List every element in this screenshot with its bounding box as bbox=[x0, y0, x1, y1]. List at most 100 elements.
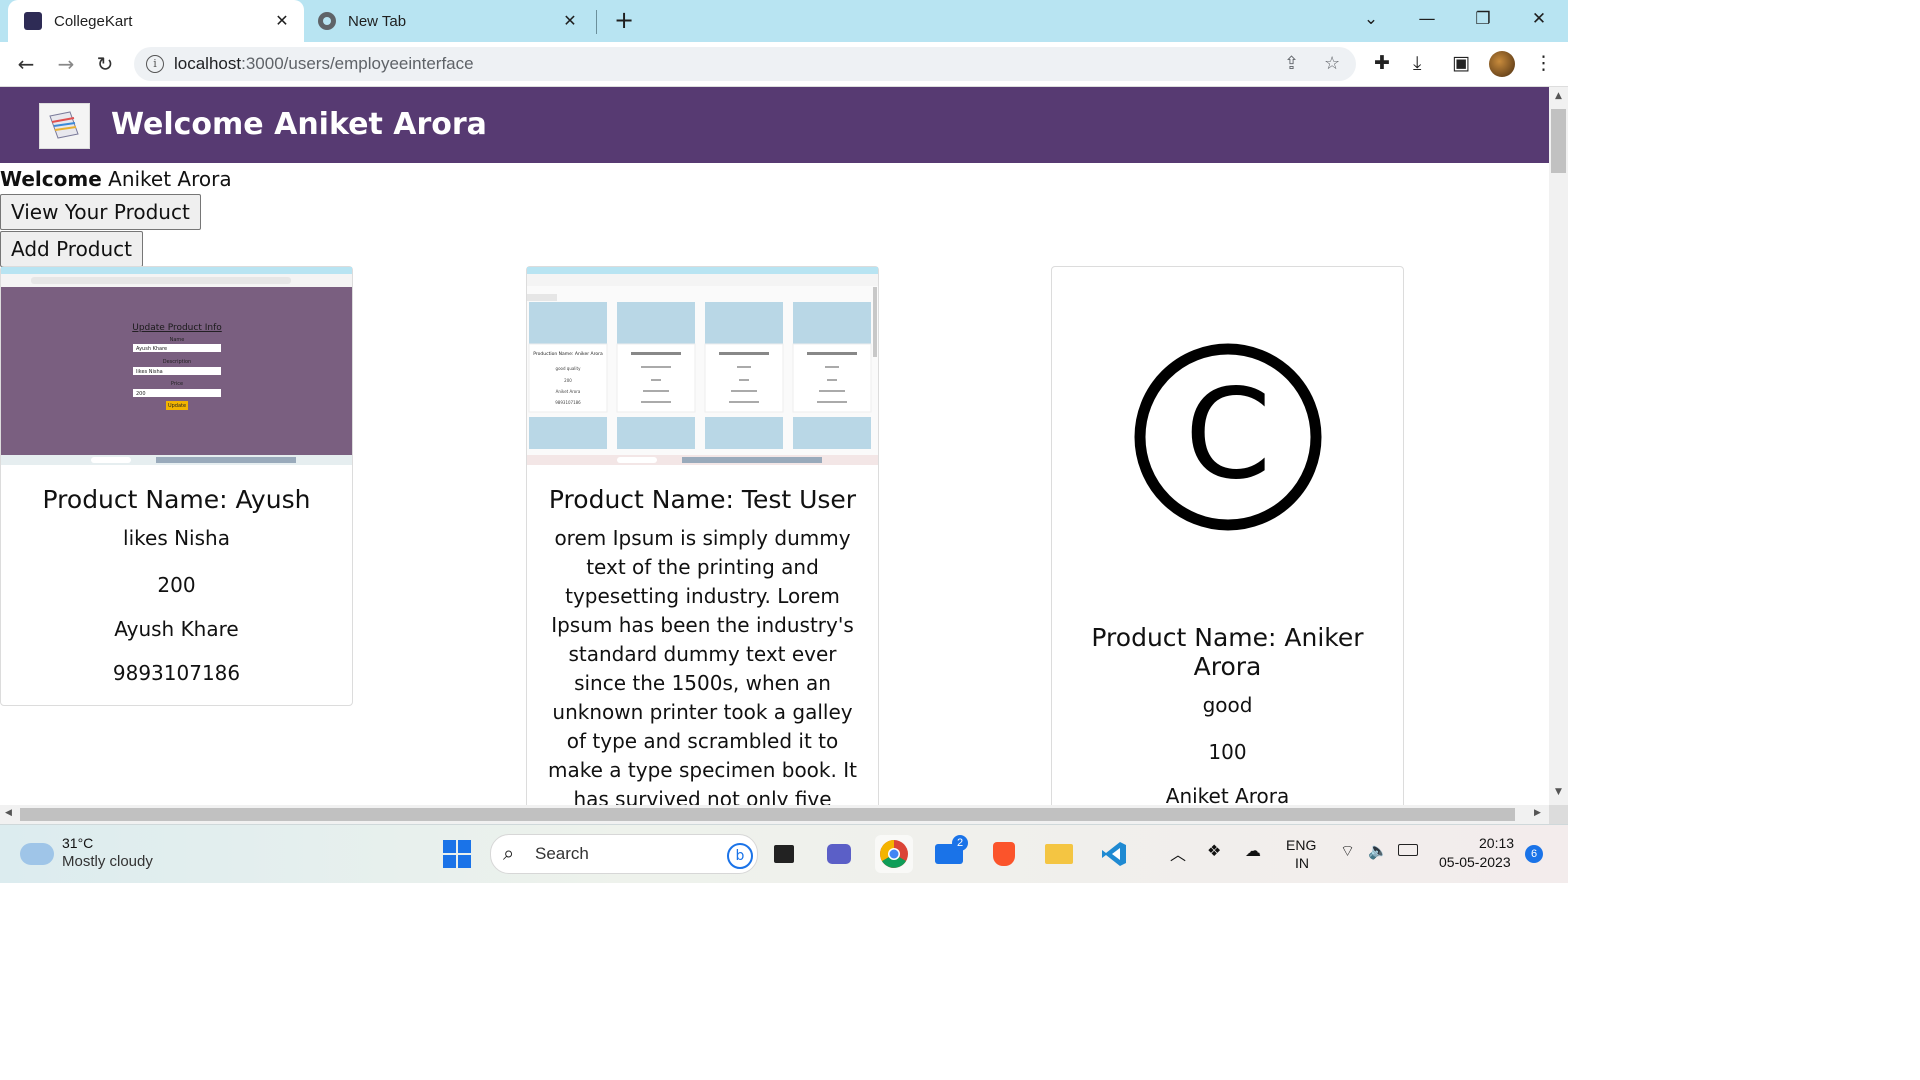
thumb-label: Name bbox=[170, 337, 185, 343]
windows-taskbar: 31°C Mostly cloudy ⌕ Search b 2 ︿ ❖ ☁ EN… bbox=[0, 824, 1568, 883]
welcome-text: Welcome Aniket Arora bbox=[0, 167, 232, 191]
extensions-puzzle-icon[interactable]: ✚ bbox=[1374, 52, 1390, 74]
taskbar-search[interactable]: ⌕ Search b bbox=[490, 834, 758, 874]
scroll-down-icon[interactable]: ▼ bbox=[1549, 787, 1568, 797]
teams-chat-icon[interactable] bbox=[820, 835, 858, 873]
file-explorer-icon[interactable] bbox=[1040, 835, 1078, 873]
vertical-scrollbar[interactable]: ▲ ▼ bbox=[1549, 87, 1568, 805]
app-title: Welcome Aniket Arora bbox=[111, 107, 487, 142]
horizontal-scrollbar[interactable]: ◀ ▶ bbox=[0, 805, 1549, 824]
scroll-up-icon[interactable]: ▲ bbox=[1549, 91, 1568, 101]
tab-new-tab[interactable]: New Tab ✕ bbox=[304, 0, 594, 42]
new-tab-button[interactable]: + bbox=[610, 6, 638, 34]
mail-badge: 2 bbox=[952, 835, 968, 851]
url-text[interactable]: localhost:3000/users/employeeinterface bbox=[174, 54, 474, 74]
language-bottom[interactable]: IN bbox=[1295, 855, 1309, 871]
back-arrow-icon[interactable]: ← bbox=[12, 50, 40, 78]
collegekart-favicon-icon bbox=[24, 12, 42, 30]
language-top[interactable]: ENG bbox=[1286, 837, 1316, 853]
thumb-label: Description bbox=[163, 359, 191, 365]
product-image: Production Name: Aniker Arora good quali… bbox=[527, 267, 878, 465]
product-seller: Aniket Arora bbox=[1165, 784, 1290, 805]
search-placeholder: Search bbox=[535, 844, 589, 863]
brave-icon[interactable] bbox=[985, 835, 1023, 873]
thumb-card-phone: 9893107186 bbox=[555, 400, 581, 405]
download-icon[interactable]: ⤓ bbox=[1413, 52, 1421, 74]
product-price: 100 bbox=[1208, 740, 1247, 764]
cloud-icon bbox=[20, 835, 54, 865]
product-phone: 9893107186 bbox=[112, 661, 241, 685]
task-view-icon[interactable] bbox=[765, 835, 803, 873]
close-window-icon[interactable]: ✕ bbox=[1511, 0, 1567, 42]
app-header: Welcome Aniket Arora bbox=[0, 87, 1549, 163]
onedrive-cloud-icon[interactable]: ☁ bbox=[1245, 841, 1261, 861]
product-card[interactable]: Update Product Info Name Ayush Khare Des… bbox=[0, 266, 353, 706]
thumb-card-seller: Aniket Arora bbox=[556, 389, 581, 394]
dropbox-icon[interactable]: ❖ bbox=[1207, 841, 1221, 861]
product-name: Product Name: Ayush bbox=[42, 485, 311, 514]
thumb-button: Update bbox=[168, 403, 186, 409]
chrome-icon bbox=[318, 12, 336, 30]
close-tab-icon[interactable]: ✕ bbox=[268, 11, 296, 31]
tab-label: New Tab bbox=[348, 12, 407, 30]
product-price: 200 bbox=[157, 573, 196, 597]
scrollbar-thumb[interactable] bbox=[1551, 109, 1566, 173]
volume-icon[interactable]: 🔈 bbox=[1368, 841, 1388, 861]
restore-icon[interactable]: ❐ bbox=[1455, 0, 1511, 42]
close-tab-icon[interactable]: ✕ bbox=[556, 11, 584, 31]
start-windows-icon[interactable] bbox=[438, 835, 476, 873]
product-name: Product Name: Test User bbox=[548, 485, 857, 514]
profile-avatar[interactable] bbox=[1489, 51, 1515, 77]
forward-arrow-icon[interactable]: → bbox=[52, 50, 80, 78]
site-info-icon[interactable]: i bbox=[146, 55, 164, 73]
bing-icon[interactable]: b bbox=[727, 843, 753, 869]
bookmark-star-icon[interactable]: ☆ bbox=[1324, 53, 1340, 74]
thumb-value: Ayush Khare bbox=[136, 346, 167, 352]
side-panel-icon[interactable]: ▣ bbox=[1452, 52, 1470, 74]
share-icon[interactable]: ⇪ bbox=[1284, 53, 1299, 74]
thumb-value: likes Nisha bbox=[136, 369, 163, 375]
tab-label: CollegeKart bbox=[54, 12, 133, 30]
minimize-icon[interactable]: — bbox=[1399, 0, 1455, 42]
notification-badge[interactable]: 6 bbox=[1525, 845, 1543, 863]
show-hidden-icons-icon[interactable]: ︿ bbox=[1170, 841, 1186, 865]
search-icon: ⌕ bbox=[503, 841, 515, 865]
tab-search-chevron-icon[interactable]: ⌄ bbox=[1343, 0, 1399, 42]
vscode-icon[interactable] bbox=[1095, 835, 1133, 873]
product-description: likes Nisha bbox=[123, 526, 230, 550]
menu-kebab-icon[interactable]: ⋮ bbox=[1534, 52, 1553, 74]
thumb-card-price: 200 bbox=[564, 378, 572, 383]
clock-date[interactable]: 05-05-2023 bbox=[1439, 854, 1511, 870]
product-card[interactable]: C Product Name: Aniker Arora good 100 An… bbox=[1051, 266, 1404, 805]
add-product-button[interactable]: Add Product bbox=[0, 231, 144, 267]
battery-icon[interactable] bbox=[1398, 843, 1418, 859]
thumb-card-desc: good quality bbox=[556, 366, 582, 371]
product-description: good bbox=[1202, 693, 1253, 717]
app-logo-icon bbox=[39, 103, 90, 149]
scroll-right-icon[interactable]: ▶ bbox=[1534, 808, 1541, 818]
thumb-title: Update Product Info bbox=[132, 323, 222, 333]
chrome-taskbar-icon[interactable] bbox=[875, 835, 913, 873]
wifi-icon[interactable]: ⌔ bbox=[1340, 841, 1355, 861]
tab-collegekart[interactable]: CollegeKart ✕ bbox=[8, 0, 304, 42]
product-seller: Ayush Khare bbox=[114, 617, 239, 641]
copyright-icon: C bbox=[1052, 267, 1403, 597]
product-description: orem Ipsum is simply dummy text of the p… bbox=[548, 526, 857, 805]
clock-time[interactable]: 20:13 bbox=[1479, 835, 1514, 851]
thumb-card-title: Production Name: Aniker Arora bbox=[533, 351, 603, 357]
view-your-product-button[interactable]: View Your Product bbox=[0, 194, 201, 230]
scrollbar-thumb[interactable] bbox=[20, 808, 1515, 821]
scroll-left-icon[interactable]: ◀ bbox=[5, 808, 12, 818]
tab-divider bbox=[596, 10, 597, 34]
svg-text:C: C bbox=[1185, 363, 1272, 507]
product-name: Product Name: Aniker Arora bbox=[1091, 623, 1364, 681]
weather-condition: Mostly cloudy bbox=[62, 853, 153, 870]
tab-strip: CollegeKart ✕ New Tab ✕ + ⌄ — ❐ ✕ bbox=[0, 0, 1568, 42]
scrollbar-corner bbox=[1549, 805, 1568, 824]
reload-icon[interactable]: ↻ bbox=[91, 50, 119, 78]
address-bar[interactable]: i localhost:3000/users/employeeinterface… bbox=[134, 47, 1356, 81]
page-viewport: Welcome Aniket Arora Welcome Aniket Aror… bbox=[0, 87, 1549, 805]
product-card[interactable]: Production Name: Aniker Arora good quali… bbox=[526, 266, 879, 805]
weather-temp: 31°C bbox=[62, 835, 94, 851]
product-image: Update Product Info Name Ayush Khare Des… bbox=[1, 267, 352, 465]
